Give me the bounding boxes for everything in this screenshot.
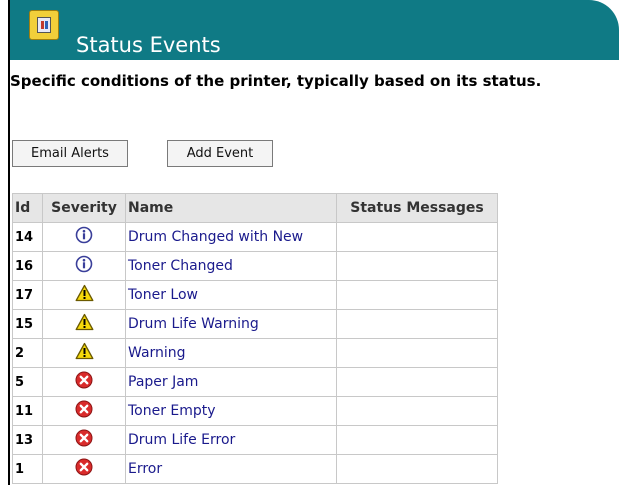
error-icon <box>75 400 93 422</box>
event-status-messages <box>336 251 498 281</box>
event-id: 16 <box>12 251 43 281</box>
event-severity <box>42 396 126 426</box>
error-icon <box>75 429 93 451</box>
column-header-severity[interactable]: Severity <box>42 193 126 223</box>
event-status-messages <box>336 338 498 368</box>
error-icon <box>75 371 93 393</box>
table-row: 16 Toner Changed <box>12 251 498 281</box>
event-id: 2 <box>12 338 43 368</box>
table-row: 11 Toner Empty <box>12 396 498 426</box>
table-row: 17 Toner Low <box>12 280 498 310</box>
info-icon <box>75 226 93 248</box>
event-status-messages <box>336 280 498 310</box>
event-status-messages <box>336 309 498 339</box>
event-id: 17 <box>12 280 43 310</box>
event-name-link[interactable]: Warning <box>125 338 337 368</box>
column-header-id[interactable]: Id <box>12 193 43 223</box>
event-name-link[interactable]: Drum Life Error <box>125 425 337 455</box>
table-row: 5 Paper Jam <box>12 367 498 397</box>
event-status-messages <box>336 396 498 426</box>
page-title: Status Events <box>76 33 221 57</box>
status-events-icon <box>29 10 59 40</box>
column-header-status-messages[interactable]: Status Messages <box>336 193 498 223</box>
event-severity <box>42 454 126 484</box>
table-body: 14 Drum Changed with New 16 Toner Changed 17… <box>12 222 498 484</box>
event-name-link[interactable]: Toner Low <box>125 280 337 310</box>
event-severity <box>42 222 126 252</box>
event-name-link[interactable]: Paper Jam <box>125 367 337 397</box>
warning-icon <box>75 284 94 306</box>
status-events-page: Status Events Specific conditions of the… <box>0 0 619 485</box>
error-icon <box>75 458 93 480</box>
event-name-link[interactable]: Drum Life Warning <box>125 309 337 339</box>
email-alerts-button[interactable]: Email Alerts <box>12 140 128 167</box>
table-header-row: Id Severity Name Status Messages <box>12 193 498 223</box>
event-severity <box>42 338 126 368</box>
event-id: 11 <box>12 396 43 426</box>
event-status-messages <box>336 425 498 455</box>
status-events-icon-inner <box>37 17 51 33</box>
status-events-table: Id Severity Name Status Messages 14 Drum … <box>12 193 498 484</box>
event-id: 13 <box>12 425 43 455</box>
event-name-link[interactable]: Error <box>125 454 337 484</box>
event-status-messages <box>336 222 498 252</box>
table-row: 1 Error <box>12 454 498 484</box>
event-id: 15 <box>12 309 43 339</box>
add-event-button[interactable]: Add Event <box>167 140 273 167</box>
event-status-messages <box>336 454 498 484</box>
event-name-link[interactable]: Toner Changed <box>125 251 337 281</box>
event-name-link[interactable]: Drum Changed with New <box>125 222 337 252</box>
event-severity <box>42 280 126 310</box>
table-row: 2 Warning <box>12 338 498 368</box>
header-banner: Status Events <box>10 0 619 60</box>
event-status-messages <box>336 367 498 397</box>
event-severity <box>42 367 126 397</box>
event-severity <box>42 425 126 455</box>
event-id: 5 <box>12 367 43 397</box>
event-severity <box>42 251 126 281</box>
info-icon <box>75 255 93 277</box>
warning-icon <box>75 313 94 335</box>
event-name-link[interactable]: Toner Empty <box>125 396 337 426</box>
table-row: 13 Drum Life Error <box>12 425 498 455</box>
event-id: 1 <box>12 454 43 484</box>
warning-icon <box>75 342 94 364</box>
column-header-name[interactable]: Name <box>125 193 337 223</box>
table-row: 14 Drum Changed with New <box>12 222 498 252</box>
event-id: 14 <box>12 222 43 252</box>
table-row: 15 Drum Life Warning <box>12 309 498 339</box>
event-severity <box>42 309 126 339</box>
page-subtitle: Specific conditions of the printer, typi… <box>10 72 542 90</box>
